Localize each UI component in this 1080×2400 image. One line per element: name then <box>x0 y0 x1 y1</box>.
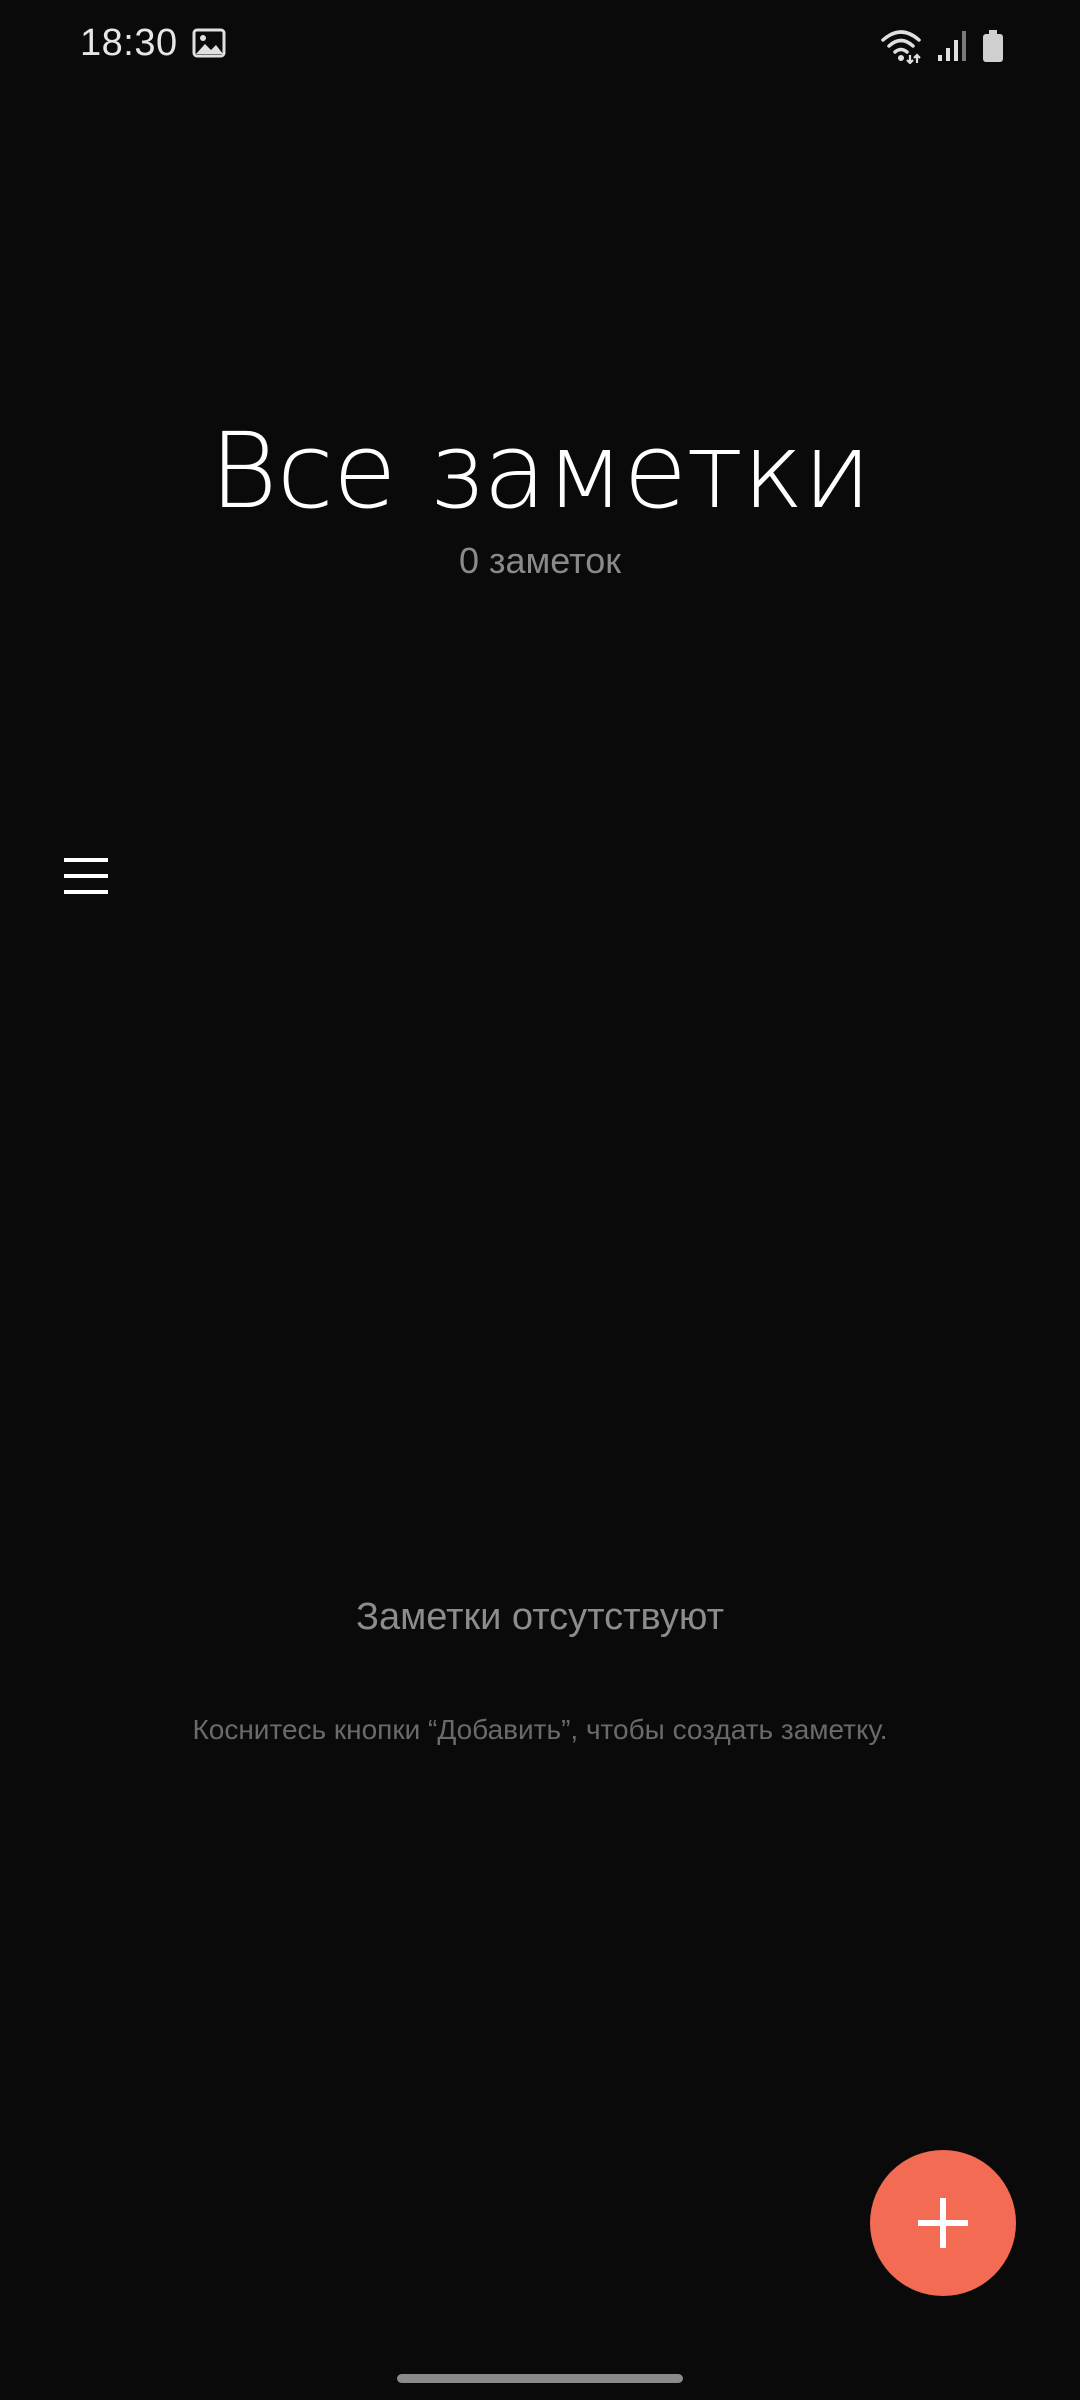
notes-screen: 18:30 Все заметки 0 заметок Заметки отсу… <box>0 0 1080 2400</box>
wifi-icon <box>880 28 922 64</box>
notes-count: 0 заметок <box>459 540 621 581</box>
menu-button[interactable] <box>56 846 116 906</box>
add-note-button[interactable] <box>870 2150 1016 2296</box>
battery-icon <box>982 29 1004 63</box>
gallery-icon <box>192 28 226 58</box>
signal-icon <box>936 29 968 63</box>
status-bar: 18:30 <box>0 0 1080 92</box>
empty-state-title: Заметки отсутствуют <box>356 1596 724 1638</box>
navigation-handle[interactable] <box>397 2374 683 2383</box>
empty-state-hint: Коснитесь кнопки “Добавить”, чтобы созда… <box>192 1714 888 1745</box>
plus-icon <box>918 2198 968 2248</box>
hamburger-menu-icon <box>64 858 108 894</box>
page-title: Все заметки <box>209 410 871 532</box>
status-time: 18:30 <box>80 22 178 64</box>
status-icons <box>880 26 1004 66</box>
